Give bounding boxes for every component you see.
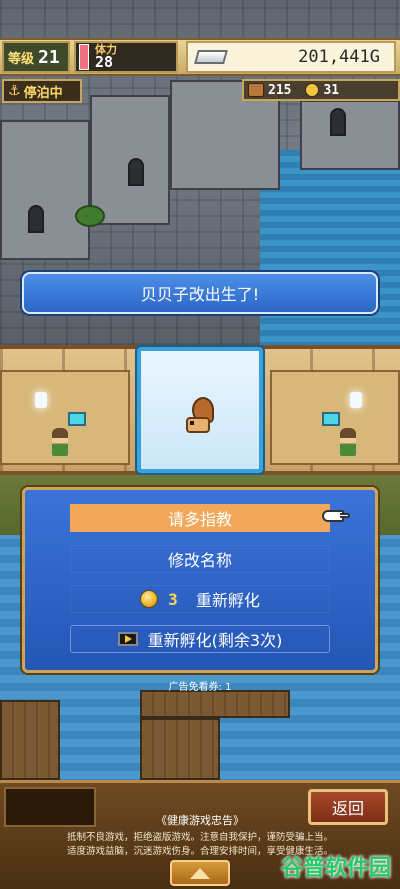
level-value: 21 <box>38 46 60 68</box>
aquarium <box>322 412 340 426</box>
lamp <box>350 392 362 408</box>
crew-member <box>52 428 68 456</box>
castle-window <box>128 158 144 186</box>
site-watermark: 谷普软件园 <box>280 856 391 881</box>
menu-item-label: 修改名称 <box>167 551 232 570</box>
coin-icon <box>305 83 320 97</box>
wood-value: 215 <box>268 82 292 98</box>
menu-item-label: 请多指教 <box>167 510 232 529</box>
menu-item-rename[interactable]: 修改名称 <box>70 545 330 573</box>
pointer-hand-icon <box>322 507 350 525</box>
docked-status[interactable]: ⚓ 停泊中 <box>2 79 82 103</box>
menu-item-label: 重新孵化 <box>195 591 260 610</box>
level-display: 等级 21 <box>2 41 70 73</box>
castle-wall <box>300 100 400 170</box>
stamina-display: 体力 28 <box>74 41 178 73</box>
notification-banner: 贝贝子改出生了! <box>22 272 378 314</box>
anchor-icon: ⚓ <box>8 83 21 99</box>
menu-item-rehatch-coin[interactable]: 3 重新孵化 <box>70 585 330 613</box>
pier <box>140 690 290 718</box>
menu-item-label: 重新孵化(剩余3次) <box>147 631 283 650</box>
castle-wall <box>0 120 90 260</box>
gold-bar-icon <box>194 50 228 64</box>
coin-icon <box>140 590 159 608</box>
aquarium <box>68 412 86 426</box>
stamina-gauge <box>79 44 89 70</box>
coin-value: 31 <box>323 82 340 98</box>
banner-text: 贝贝子改出生了! <box>140 285 260 304</box>
docked-label: 停泊中 <box>23 85 63 101</box>
coin-cost: 3 <box>168 589 178 609</box>
crew-member <box>340 428 356 456</box>
triangle-up-icon[interactable] <box>170 860 230 886</box>
ad-coupon-count: 广告免看券: 1 <box>168 682 232 693</box>
gold-display: 201,441G <box>186 41 396 73</box>
health-advisory-line: 抵制不良游戏，拒绝盗版游戏。注意自我保护，谨防受骗上当。 <box>66 832 333 843</box>
pier <box>140 718 220 780</box>
level-label: 等级 <box>8 51 35 67</box>
water-area <box>260 150 400 345</box>
hermit-crab-sprite <box>186 397 216 435</box>
video-ad-icon <box>117 632 138 646</box>
lamp <box>35 392 47 408</box>
castle-window <box>28 205 44 233</box>
resource-display: 215 31 <box>242 79 400 101</box>
bush <box>75 205 105 227</box>
pier <box>0 700 60 780</box>
castle-window <box>330 108 346 136</box>
menu-item-rehatch-ad[interactable]: 重新孵化(剩余3次) <box>70 625 330 653</box>
wood-icon <box>248 83 264 97</box>
stamina-value: 28 <box>95 53 114 71</box>
health-advisory-title: 《健康游戏忠告》 <box>156 814 244 827</box>
menu-item-greet[interactable]: 请多指教 <box>70 504 330 532</box>
gold-value: 201,441G <box>298 47 380 67</box>
